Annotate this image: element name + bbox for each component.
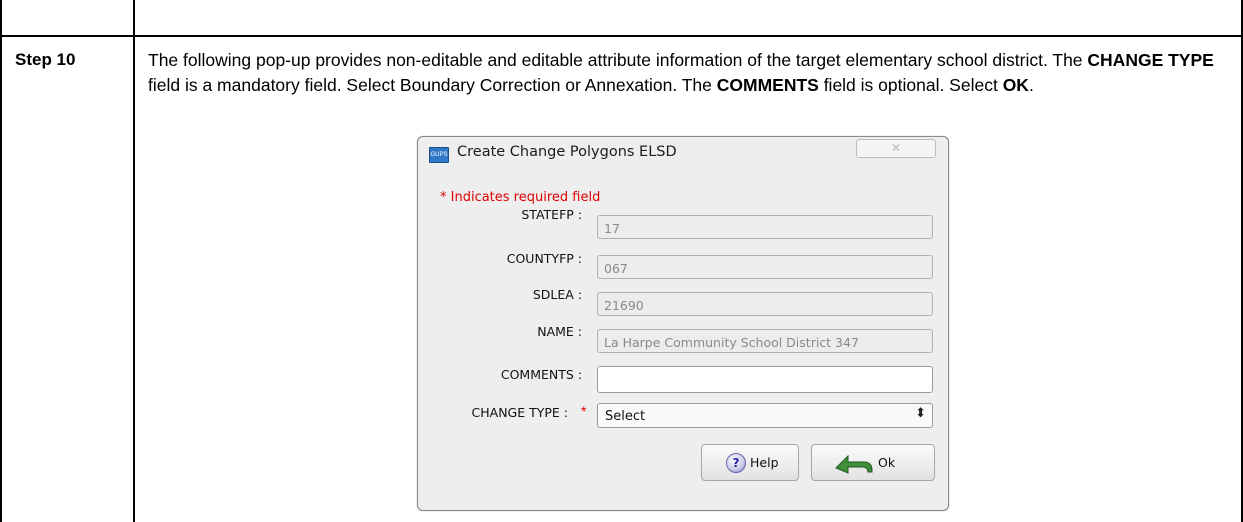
help-icon: ? [726,453,746,473]
help-button-label: Help [750,455,779,470]
close-button[interactable]: ✕ [856,139,936,158]
comments-label: COMMENTS : [500,367,582,382]
instructions-bold-comments: COMMENTS [716,75,819,95]
name-label: NAME : [537,324,582,339]
change-type-selected-value: Select [605,409,646,424]
change-type-label: CHANGE TYPE : [471,405,568,420]
instructions-text-1: The following pop-up provides non-editab… [148,50,1088,70]
dialog-title: Create Change Polygons ELSD [457,144,677,160]
sdlea-field: 21690 [597,292,933,316]
sdlea-label: SDLEA : [532,287,582,302]
name-field: La Harpe Community School District 347 [597,329,933,353]
ok-button[interactable]: Ok [811,444,935,481]
close-icon: ✕ [890,141,902,155]
instructions-bold-change-type: CHANGE TYPE [1087,50,1214,70]
ok-button-label: Ok [878,455,896,470]
step-instructions: The following pop-up provides non-editab… [148,48,1228,98]
change-type-select[interactable]: Select ⬍ [597,403,933,428]
ok-arrow-icon [835,454,873,474]
help-button[interactable]: ? Help [701,444,799,481]
updown-arrow-icon: ⬍ [915,406,926,421]
change-type-required-mark: * [581,403,587,419]
table-border-top [0,35,1243,37]
statefp-field: 17 [597,215,933,239]
app-icon: GUPS [429,147,449,163]
instructions-text-2: field is a mandatory field. Select Bound… [148,75,717,95]
instructions-text-3: field is optional. Select [818,75,1003,95]
required-field-note: * Indicates required field [440,190,601,205]
countyfp-field: 067 [597,255,933,279]
table-border-left [0,0,2,522]
table-border-column-divider [133,0,135,522]
instructions-bold-ok: OK [1002,75,1029,95]
dialog-titlebar[interactable]: GUPS Create Change Polygons ELSD ✕ [418,137,948,171]
instructions-text-4: . [1028,75,1034,95]
statefp-label: STATEFP : [521,207,582,222]
comments-input[interactable] [597,366,933,393]
step-label: Step 10 [15,50,76,69]
countyfp-label: COUNTYFP : [506,251,582,266]
create-change-polygons-dialog: GUPS Create Change Polygons ELSD ✕ * Ind… [417,136,949,511]
